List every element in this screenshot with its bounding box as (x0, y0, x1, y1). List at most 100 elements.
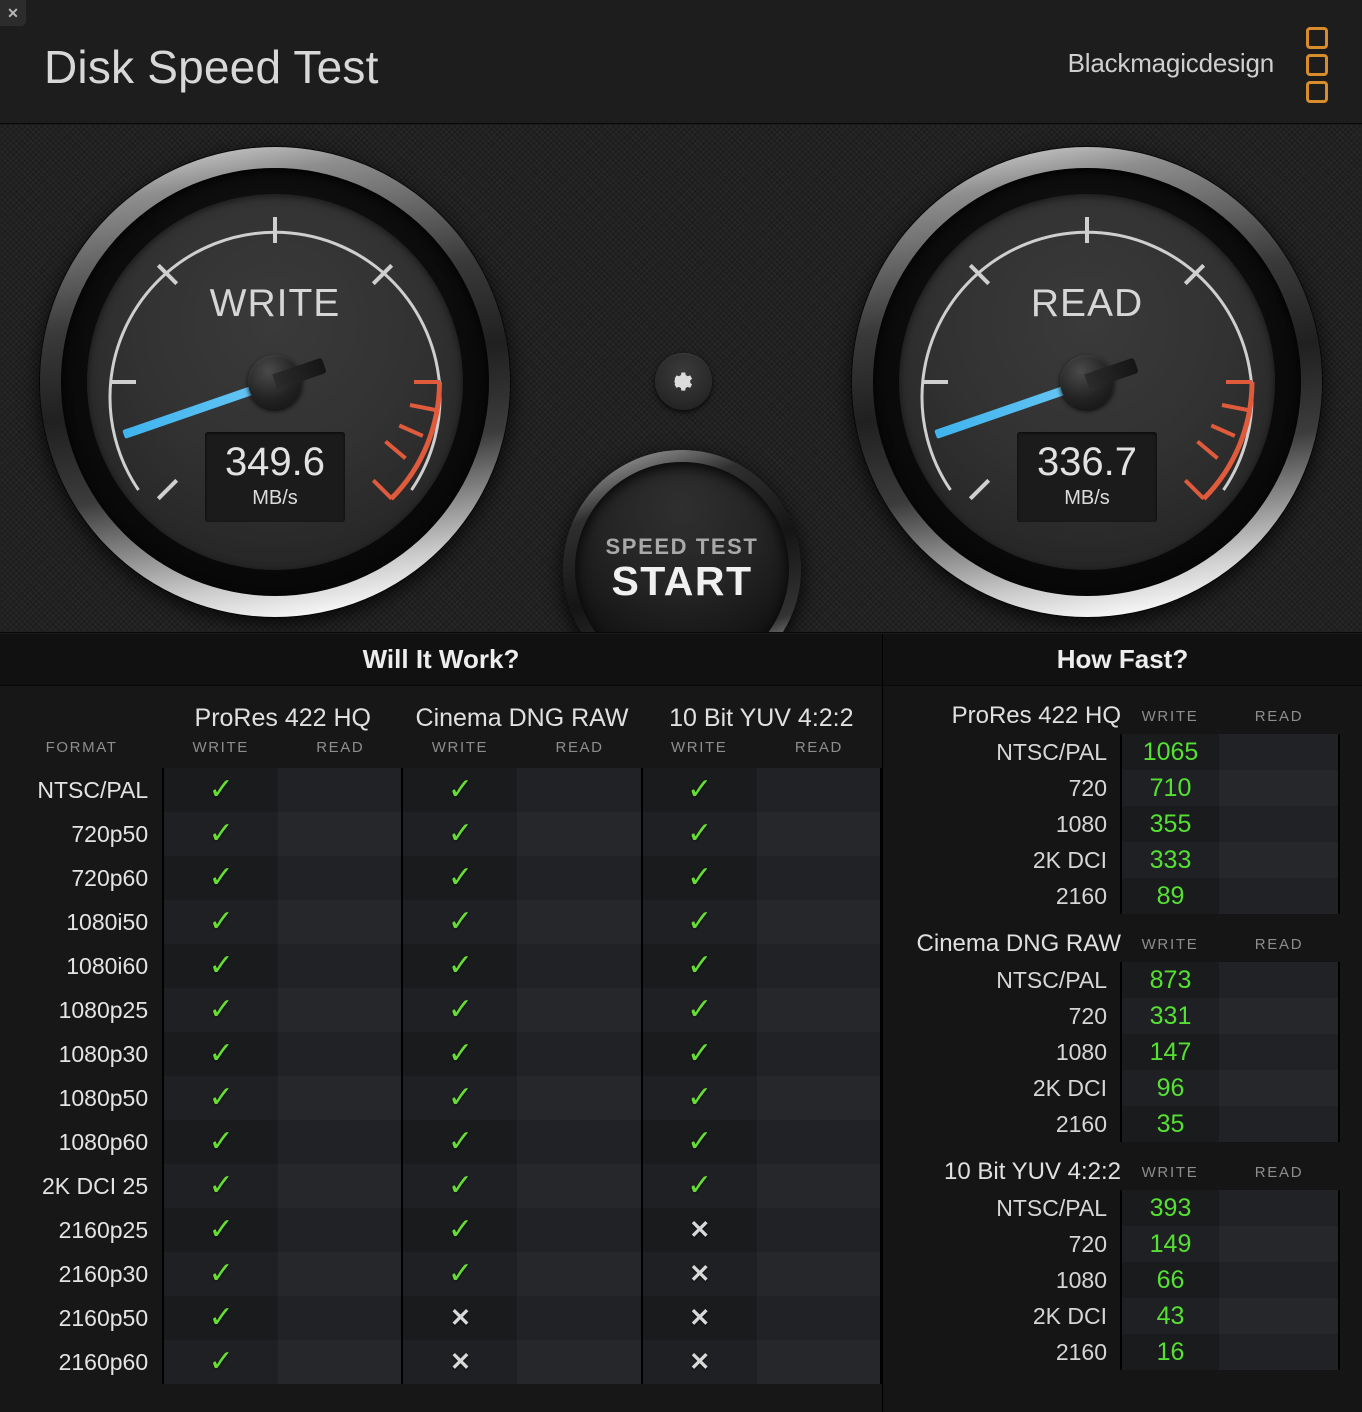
write-readout: 349.6 MB/s (205, 432, 345, 522)
brand-label: Blackmagicdesign (1067, 48, 1275, 78)
check-icon: ✓ (447, 861, 473, 894)
blackmagic-logo-icon (1306, 27, 1328, 103)
compat-cell-read (517, 812, 642, 856)
format-row-label: 1080p25 (0, 988, 164, 1032)
how-fast-resolution-label: 2160 (1055, 1338, 1107, 1365)
how-fast-write-value: 149 (1120, 1226, 1219, 1262)
read-gauge-bezel: READ 336.7 MB/s (873, 168, 1301, 596)
check-icon: ✓ (208, 1169, 234, 1202)
compat-cell-read (517, 1208, 642, 1252)
check-icon: ✓ (687, 1125, 713, 1158)
compat-cell-read (517, 900, 642, 944)
write-unit: MB/s (252, 487, 298, 509)
how-fast-read-value (1219, 962, 1340, 998)
will-it-work-title: Will It Work? (362, 644, 520, 674)
check-icon: ✓ (687, 817, 713, 850)
subheader-write-0: WRITE (192, 739, 249, 756)
compat-cell-read (278, 900, 403, 944)
how-fast-group-header: 10 Bit YUV 4:2:2 WRITE READ (883, 1142, 1339, 1190)
how-fast-group-body: NTSC/PAL 873 720 331 1080 147 2K DCI 96 2160 35 (883, 962, 1340, 1142)
compat-cell-read (756, 1252, 883, 1296)
compat-cell-write: ✓ (640, 1076, 757, 1120)
close-icon[interactable]: ✕ (0, 0, 26, 26)
compat-cell-write: ✕ (640, 1296, 757, 1340)
results-section: Will It Work? ProRes 422 HQ Cinema DNG R… (0, 634, 1362, 1412)
format-row-label: 2160p50 (0, 1296, 164, 1340)
how-fast-resolution-label: 2160 (1055, 882, 1107, 909)
table-row: 720p50 ✓ ✓ ✓ (0, 812, 883, 856)
table-row: NTSC/PAL 1065 (883, 734, 1340, 770)
table-row: 1080p30 ✓ ✓ ✓ (0, 1032, 883, 1076)
compat-cell-write: ✓ (162, 1296, 279, 1340)
compat-cell-write: ✓ (162, 1076, 279, 1120)
compat-cell-read (278, 856, 403, 900)
how-fast-codec-name: ProRes 422 HQ (951, 702, 1121, 729)
compat-cell-read (278, 1076, 403, 1120)
table-row: 720p60 ✓ ✓ ✓ (0, 856, 883, 900)
table-row: 2160 16 (883, 1334, 1340, 1370)
format-row-label: 2160p60 (0, 1340, 164, 1384)
compat-cell-read (278, 988, 403, 1032)
compat-cell-write: ✓ (162, 812, 279, 856)
check-icon: ✓ (687, 773, 713, 806)
table-row: 720 331 (883, 998, 1340, 1034)
format-row-label: 720p50 (0, 812, 164, 856)
how-fast-write-value: 147 (1120, 1034, 1219, 1070)
how-fast-write-value: 355 (1120, 806, 1219, 842)
compat-cell-write: ✕ (401, 1340, 518, 1384)
how-fast-read-value (1219, 1034, 1340, 1070)
compat-cell-read (517, 1120, 642, 1164)
compat-cell-write: ✓ (401, 988, 518, 1032)
cross-icon: ✕ (689, 1347, 711, 1376)
how-fast-write-value: 16 (1120, 1334, 1219, 1370)
how-fast-write-value: 873 (1120, 962, 1219, 998)
will-it-work-table: ProRes 422 HQ Cinema DNG RAW 10 Bit YUV … (0, 686, 883, 1384)
read-gauge-label: READ (1030, 282, 1144, 325)
speed-test-start-button[interactable]: SPEED TEST START (563, 450, 801, 632)
table-row: 2K DCI 333 (883, 842, 1340, 878)
table-row: 1080p25 ✓ ✓ ✓ (0, 988, 883, 1032)
table-row: 2160p30 ✓ ✓ ✕ (0, 1252, 883, 1296)
check-icon: ✓ (447, 1037, 473, 1070)
table-row: 2K DCI 43 (883, 1298, 1340, 1334)
start-button-face: SPEED TEST START (575, 462, 789, 632)
will-it-work-title-bar: Will It Work? (0, 634, 882, 686)
table-row: 1080i60 ✓ ✓ ✓ (0, 944, 883, 988)
write-gauge: WRITE 349.6 MB/s (40, 147, 510, 617)
check-icon: ✓ (208, 1213, 234, 1246)
compat-cell-read (517, 1164, 642, 1208)
compat-cell-read (278, 768, 403, 812)
codec-header-0: ProRes 422 HQ (194, 704, 371, 732)
check-icon: ✓ (687, 993, 713, 1026)
compat-cell-write: ✓ (401, 1120, 518, 1164)
compat-cell-write: ✓ (401, 812, 518, 856)
how-fast-read-value (1219, 1262, 1340, 1298)
format-row-label: 1080i60 (0, 944, 164, 988)
how-fast-read-value (1219, 998, 1340, 1034)
check-icon: ✓ (447, 949, 473, 982)
how-fast-write-value: 710 (1120, 770, 1219, 806)
how-fast-write-value: 333 (1120, 842, 1219, 878)
compat-cell-write: ✓ (640, 1120, 757, 1164)
codec-header-2: 10 Bit YUV 4:2:2 (669, 704, 854, 732)
compat-cell-read (278, 812, 403, 856)
check-icon: ✓ (208, 817, 234, 850)
compat-cell-write: ✓ (640, 900, 757, 944)
settings-button[interactable] (655, 353, 712, 410)
codec-header-1: Cinema DNG RAW (415, 704, 629, 732)
how-fast-table: ProRes 422 HQ WRITE READ NTSC/PAL 1065 720 710… (883, 686, 1340, 1370)
compat-cell-read (756, 1164, 883, 1208)
format-row-label: 1080p60 (0, 1120, 164, 1164)
how-fast-read-value (1219, 770, 1340, 806)
table-row: 2160p60 ✓ ✕ ✕ (0, 1340, 883, 1384)
compat-cell-read (756, 1340, 883, 1384)
table-row: NTSC/PAL 393 (883, 1190, 1340, 1226)
compat-cell-read (517, 1296, 642, 1340)
check-icon: ✓ (208, 949, 234, 982)
how-fast-write-header: WRITE (1141, 935, 1199, 953)
check-icon: ✓ (447, 1257, 473, 1290)
check-icon: ✓ (208, 1301, 234, 1334)
check-icon: ✓ (687, 949, 713, 982)
compat-cell-write: ✓ (162, 1164, 279, 1208)
how-fast-read-value (1219, 1190, 1340, 1226)
